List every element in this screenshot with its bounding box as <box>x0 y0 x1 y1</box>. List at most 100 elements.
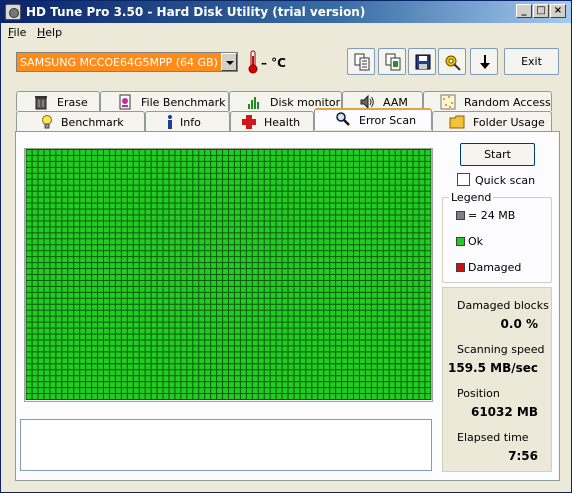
scan-block <box>127 388 133 394</box>
scan-block <box>50 304 56 310</box>
scan-block <box>211 215 217 221</box>
scan-block <box>234 191 240 197</box>
scan-block <box>365 334 371 340</box>
scan-block <box>139 346 145 352</box>
scan-block <box>38 161 44 167</box>
scan-block <box>371 275 377 280</box>
scan-block <box>342 352 348 358</box>
scan-block <box>205 376 211 382</box>
scan-block <box>312 275 318 280</box>
download-button[interactable] <box>470 48 498 75</box>
copy-screenshot-button[interactable] <box>378 48 406 75</box>
scan-block <box>300 334 306 340</box>
scan-block <box>205 280 211 286</box>
options-button[interactable] <box>438 48 466 75</box>
scan-block <box>187 185 193 191</box>
scan-block <box>318 215 324 221</box>
scan-block <box>330 221 336 227</box>
scan-block <box>56 239 62 245</box>
tab-erase[interactable]: Erase <box>16 91 100 111</box>
scan-block <box>121 215 127 221</box>
tab-benchmark[interactable]: Benchmark <box>16 111 145 131</box>
minimize-button[interactable]: _ <box>516 4 532 18</box>
scan-block <box>86 370 92 376</box>
scan-block <box>68 316 74 322</box>
scan-block <box>252 191 258 197</box>
tab-error-scan[interactable]: Error Scan <box>314 108 432 130</box>
scan-block <box>157 269 163 275</box>
tab-random-access[interactable]: Random Access <box>423 91 552 111</box>
scan-block <box>228 286 234 292</box>
scan-block <box>401 388 407 394</box>
scan-block <box>80 149 86 155</box>
tab-health[interactable]: Health <box>230 111 314 131</box>
drive-select[interactable]: SAMSUNG MCCOE64G5MPP (64 GB) <box>16 52 238 72</box>
scan-block <box>395 292 401 298</box>
scan-block <box>342 340 348 346</box>
copy-text-button[interactable] <box>347 48 375 75</box>
scan-block <box>288 286 294 292</box>
scan-block <box>395 370 401 376</box>
scan-block <box>401 245 407 251</box>
scan-block <box>217 316 223 322</box>
chevron-down-icon[interactable] <box>221 53 237 71</box>
maximize-button[interactable]: □ <box>533 4 549 18</box>
title-bar[interactable]: HD Tune Pro 3.50 - Hard Disk Utility (tr… <box>1 1 571 23</box>
close-button[interactable]: × <box>550 4 566 18</box>
scan-block <box>44 388 50 394</box>
scan-block <box>223 161 229 167</box>
scan-block <box>109 322 115 328</box>
scan-block <box>26 191 32 197</box>
scan-block <box>151 394 157 400</box>
scan-block <box>92 358 98 364</box>
scan-block <box>169 179 175 185</box>
scan-block <box>92 346 98 352</box>
menu-file[interactable]: File <box>8 26 26 39</box>
scan-block <box>103 227 109 233</box>
scan-block <box>288 257 294 263</box>
scan-block <box>145 155 151 161</box>
scan-block <box>395 275 401 280</box>
scan-block <box>139 280 145 286</box>
scan-block <box>115 316 121 322</box>
scan-block <box>26 304 32 310</box>
scan-block <box>389 376 395 382</box>
start-button[interactable]: Start <box>460 143 535 166</box>
scan-block <box>324 358 330 364</box>
scan-block <box>401 197 407 203</box>
scan-block <box>151 304 157 310</box>
scan-block <box>342 394 348 400</box>
scan-block <box>389 155 395 161</box>
exit-button[interactable]: Exit <box>504 48 559 75</box>
scan-block <box>246 370 252 376</box>
tab-info[interactable]: Info <box>145 111 230 131</box>
menu-help[interactable]: Help <box>37 26 62 39</box>
tab-label: Benchmark <box>61 116 124 129</box>
quick-scan-checkbox[interactable] <box>457 173 470 186</box>
tab-folder-usage[interactable]: Folder Usage <box>432 111 552 131</box>
scan-block <box>50 173 56 179</box>
scan-log[interactable] <box>20 419 432 471</box>
scan-block <box>377 340 383 346</box>
scan-block <box>240 382 246 388</box>
tab-file-benchmark[interactable]: File Benchmark <box>100 91 229 111</box>
scan-block <box>312 215 318 221</box>
scan-block <box>383 340 389 346</box>
scan-block <box>413 286 419 292</box>
scan-block <box>32 394 38 400</box>
scan-block <box>193 197 199 203</box>
save-button[interactable] <box>408 48 436 75</box>
scan-block <box>389 382 395 388</box>
scan-block <box>127 239 133 245</box>
scan-block <box>187 179 193 185</box>
scan-block <box>228 155 234 161</box>
scan-block <box>133 316 139 322</box>
scan-block <box>252 269 258 275</box>
scan-block <box>223 191 229 197</box>
scan-block <box>175 257 181 263</box>
scan-block <box>62 269 68 275</box>
scan-block <box>264 167 270 173</box>
scan-block <box>32 269 38 275</box>
scan-block <box>413 334 419 340</box>
scan-block <box>318 382 324 388</box>
